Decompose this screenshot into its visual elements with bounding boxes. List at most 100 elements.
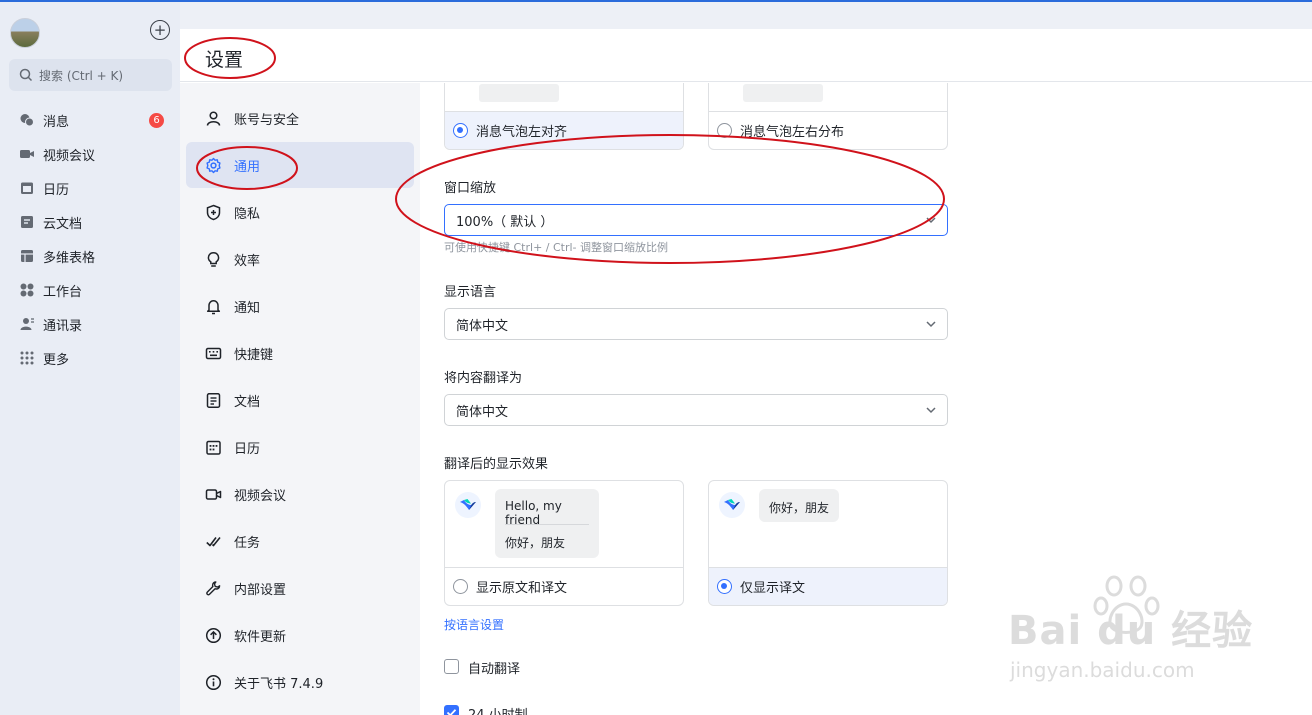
settings-item-label: 效率	[234, 253, 261, 269]
bubble-preview	[479, 84, 559, 102]
doc-icon	[19, 214, 35, 230]
keyboard-icon	[205, 345, 222, 362]
avatar[interactable]	[10, 18, 40, 48]
nav-label: 多维表格	[43, 250, 96, 266]
bubble-left-radio[interactable]	[453, 123, 468, 138]
nav-item-calendar[interactable]: 日历	[0, 171, 180, 205]
nav-label: 日历	[43, 182, 70, 198]
app-sidebar: + 搜索 (Ctrl + K) 消息 6 视频会议 日历 云文档 多维表格 工作…	[0, 2, 180, 715]
translate-to-select[interactable]: 简体中文	[444, 394, 948, 426]
translation-both-card[interactable]: Hello, my friend 你好，朋友 显示原文和译文	[444, 480, 684, 606]
nav-item-workspace[interactable]: 工作台	[0, 273, 180, 307]
zoom-label: 窗口缩放	[444, 181, 497, 196]
calendar-icon	[19, 180, 35, 196]
nav-item-contacts[interactable]: 通讯录	[0, 307, 180, 341]
original-text: Hello, my friend	[505, 499, 562, 527]
chevron-down-icon	[926, 321, 936, 328]
add-button[interactable]: +	[150, 20, 170, 40]
settings-item-label: 隐私	[234, 206, 261, 222]
calendar-grid-icon	[205, 439, 222, 456]
clock-24h-label: 24 小时制	[468, 704, 528, 715]
zoom-value: 100%（ 默认 ）	[456, 214, 554, 230]
user-icon	[205, 110, 222, 127]
settings-item-efficiency[interactable]: 效率	[186, 236, 414, 282]
video-icon	[19, 146, 35, 162]
bubble-preview	[743, 84, 823, 102]
settings-item-tasks[interactable]: 任务	[186, 518, 414, 564]
translate-to-label: 将内容翻译为	[444, 371, 523, 386]
nav-label: 工作台	[43, 284, 83, 300]
option-label: 显示原文和译文	[476, 581, 568, 596]
settings-item-calendar[interactable]: 日历	[186, 424, 414, 470]
settings-item-label: 账号与安全	[234, 112, 300, 128]
bubble-split-radio[interactable]	[717, 123, 732, 138]
nav-item-more[interactable]: 更多	[0, 341, 180, 375]
settings-item-account-security[interactable]: 账号与安全	[186, 95, 414, 141]
show-translation-only-radio[interactable]	[717, 579, 732, 594]
chevron-down-icon	[926, 217, 936, 224]
bubble-left-card[interactable]: 消息气泡左对齐	[444, 83, 684, 150]
search-icon	[19, 68, 33, 82]
settings-item-internal[interactable]: 内部设置	[186, 565, 414, 611]
option-label: 消息气泡左右分布	[740, 125, 845, 140]
translated-text: 你好，朋友	[769, 501, 830, 515]
translation-only-card[interactable]: 你好，朋友 仅显示译文	[708, 480, 948, 606]
nav-label: 更多	[43, 352, 70, 368]
contacts-icon	[19, 316, 35, 332]
language-value: 简体中文	[456, 318, 509, 334]
feishu-logo-icon	[719, 492, 745, 518]
nav-item-bitable[interactable]: 多维表格	[0, 239, 180, 273]
wrench-icon	[205, 580, 222, 597]
bubble-split-card[interactable]: 消息气泡左右分布	[708, 83, 948, 150]
settings-item-notifications[interactable]: 通知	[186, 283, 414, 329]
settings-item-label: 视频会议	[234, 488, 287, 504]
settings-item-label: 内部设置	[234, 582, 287, 598]
search-placeholder: 搜索 (Ctrl + K)	[39, 68, 124, 83]
settings-item-shortcuts[interactable]: 快捷键	[186, 330, 414, 376]
settings-item-label: 软件更新	[234, 629, 287, 645]
settings-item-label: 任务	[234, 535, 261, 551]
settings-item-video-meeting[interactable]: 视频会议	[186, 471, 414, 517]
document-icon	[205, 392, 222, 409]
option-label: 消息气泡左对齐	[476, 125, 568, 140]
bell-icon	[205, 298, 222, 315]
settings-item-privacy[interactable]: 隐私	[186, 189, 414, 235]
settings-item-about[interactable]: 关于飞书 7.4.9	[186, 659, 414, 705]
workspace-icon	[19, 282, 35, 298]
check-icon	[446, 709, 457, 715]
nav-item-messages[interactable]: 消息 6	[0, 103, 180, 137]
translation-display-label: 翻译后的显示效果	[444, 457, 549, 472]
task-icon	[205, 533, 222, 550]
settings-item-docs[interactable]: 文档	[186, 377, 414, 423]
zoom-hint: 可使用快捷键 Ctrl+ / Ctrl- 调整窗口缩放比例	[444, 241, 669, 254]
show-both-radio[interactable]	[453, 579, 468, 594]
plus-icon: +	[153, 20, 167, 39]
auto-translate-checkbox[interactable]	[444, 659, 459, 674]
settings-item-label: 关于飞书 7.4.9	[234, 676, 324, 692]
translation-preview-bubble: 你好，朋友	[759, 489, 839, 522]
title-bar	[180, 2, 1312, 29]
settings-item-label: 文档	[234, 394, 261, 410]
option-label: 仅显示译文	[740, 581, 806, 596]
page-title: 设置	[205, 49, 244, 71]
search-box[interactable]: 搜索 (Ctrl + K)	[9, 59, 172, 91]
language-label: 显示语言	[444, 285, 497, 300]
bulb-icon	[205, 251, 222, 268]
info-icon	[205, 674, 222, 691]
nav-item-cloud-docs[interactable]: 云文档	[0, 205, 180, 239]
nav-label: 云文档	[43, 216, 83, 232]
settings-item-general[interactable]: 通用	[186, 142, 414, 188]
clock-24h-checkbox[interactable]	[444, 705, 459, 715]
bubble-left-option[interactable]: 消息气泡左对齐	[445, 111, 683, 149]
language-select[interactable]: 简体中文	[444, 308, 948, 340]
by-language-link[interactable]: 按语言设置	[444, 616, 504, 633]
nav-item-video-meeting[interactable]: 视频会议	[0, 137, 180, 171]
settings-header: 设置	[180, 29, 1312, 82]
bubble-split-option[interactable]: 消息气泡左右分布	[709, 111, 947, 149]
settings-item-update[interactable]: 软件更新	[186, 612, 414, 658]
camera-icon	[205, 486, 222, 503]
show-both-option[interactable]: 显示原文和译文	[445, 567, 683, 605]
zoom-select[interactable]: 100%（ 默认 ）	[444, 204, 948, 236]
settings-content: 消息气泡左对齐 消息气泡左右分布 窗口缩放 100%（ 默认 ） 可使用快捷键 …	[420, 83, 1312, 715]
show-translation-only-option[interactable]: 仅显示译文	[709, 567, 947, 605]
